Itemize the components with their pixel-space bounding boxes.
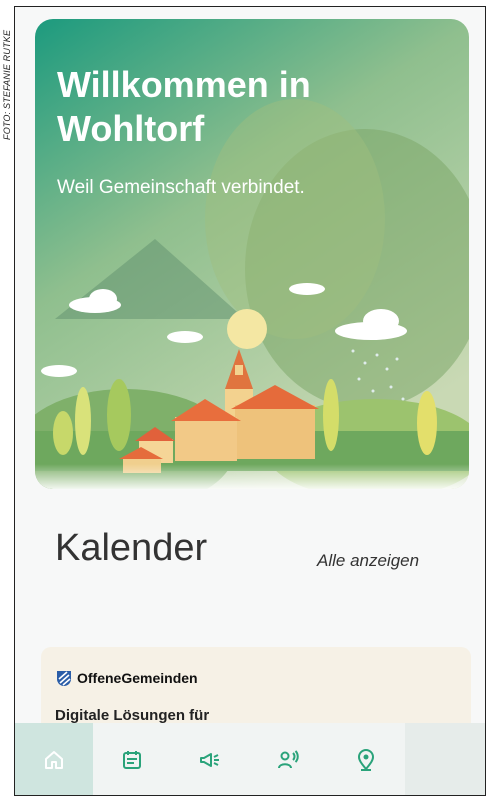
megaphone-icon xyxy=(200,753,219,767)
nav-calendar[interactable] xyxy=(93,723,171,795)
offene-gemeinden-logo-icon xyxy=(57,671,71,686)
brand: OffeneGemeinden xyxy=(55,669,198,687)
person-voice-icon xyxy=(278,750,299,769)
hero-banner: Willkommen in Wohltorf Weil Gemeinschaft… xyxy=(35,19,469,489)
app-screen: Willkommen in Wohltorf Weil Gemeinschaft… xyxy=(14,6,486,796)
photo-credit-text: FOTO: STEFANIE RUTKE xyxy=(2,29,12,140)
nav-overflow-area xyxy=(405,723,485,795)
nav-map[interactable] xyxy=(327,723,405,795)
brand-name: OffeneGemeinden xyxy=(77,670,198,686)
bottom-navigation xyxy=(15,723,485,795)
calendar-title: Kalender xyxy=(55,527,208,569)
show-all-link[interactable]: Alle anzeigen xyxy=(317,551,419,571)
nav-home[interactable] xyxy=(15,723,93,795)
nav-announcements[interactable] xyxy=(171,723,249,795)
calendar-icon xyxy=(123,751,141,769)
hero-subtitle: Weil Gemeinschaft verbindet. xyxy=(57,177,305,198)
hero-title: Willkommen in Wohltorf xyxy=(57,64,311,149)
location-pin-icon xyxy=(357,749,375,771)
home-icon xyxy=(45,751,63,769)
nav-contact[interactable] xyxy=(249,723,327,795)
card-text: Digitale Lösungen für xyxy=(55,707,210,724)
photo-credit: FOTO: STEFANIE RUTKE xyxy=(0,6,14,146)
